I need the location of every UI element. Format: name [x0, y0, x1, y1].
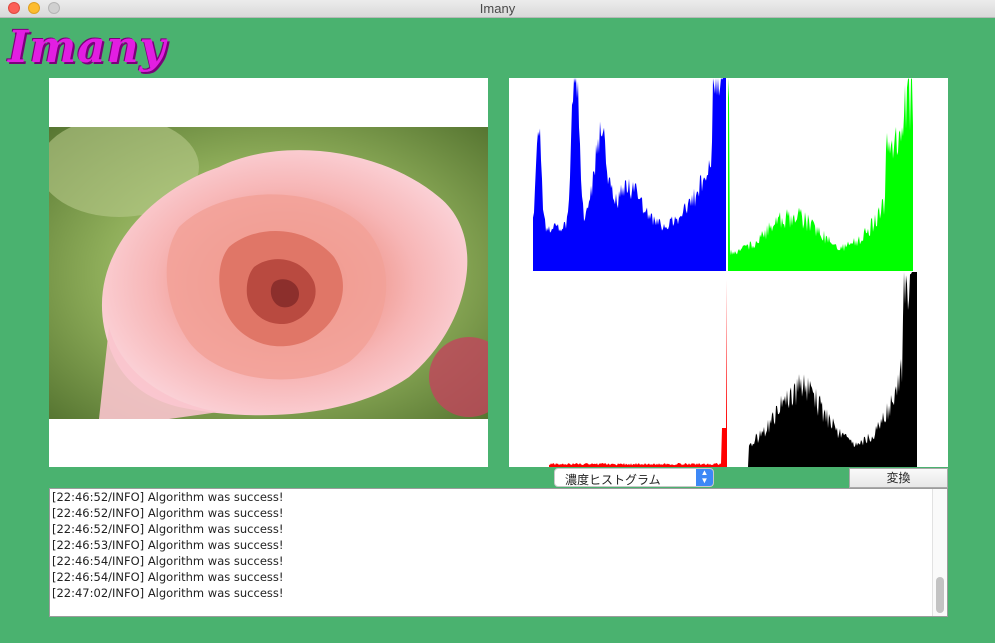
app-logo: Imany [8, 22, 167, 73]
window-titlebar: Imany [0, 0, 995, 18]
log-line: [22:46:54/INFO] Algorithm was success! [52, 570, 284, 584]
histogram-blue-channel [533, 78, 726, 271]
log-line: [22:46:52/INFO] Algorithm was success! [52, 522, 284, 536]
mode-select-value: 濃度ヒストグラム [565, 473, 661, 487]
convert-button[interactable]: 変換 [849, 468, 948, 488]
log-scrollbar-thumb[interactable] [936, 577, 944, 613]
log-textarea[interactable]: [22:46:52/INFO] Algorithm was success! [… [49, 488, 948, 617]
log-line: [22:46:52/INFO] Algorithm was success! [52, 490, 284, 504]
log-line: [22:46:54/INFO] Algorithm was success! [52, 554, 284, 568]
controls-bar: 濃度ヒストグラム ▲ ▼ 変換 [509, 467, 948, 488]
log-scrollbar[interactable] [932, 489, 947, 616]
mode-select[interactable]: 濃度ヒストグラム ▲ ▼ [554, 468, 714, 487]
histogram-green-channel [728, 78, 913, 271]
histogram-gray-channel [738, 272, 917, 467]
chevron-updown-icon: ▲ ▼ [696, 469, 713, 486]
log-line: [22:46:53/INFO] Algorithm was success! [52, 538, 284, 552]
rose-photo [49, 127, 488, 419]
histogram-panel [509, 78, 948, 467]
window-title: Imany [479, 1, 516, 16]
log-line: [22:47:02/INFO] Algorithm was success! [52, 586, 284, 600]
log-line: [22:46:52/INFO] Algorithm was success! [52, 506, 284, 520]
histogram-red-channel [549, 279, 727, 467]
histogram-canvas [533, 78, 917, 467]
source-image-panel [49, 78, 488, 467]
